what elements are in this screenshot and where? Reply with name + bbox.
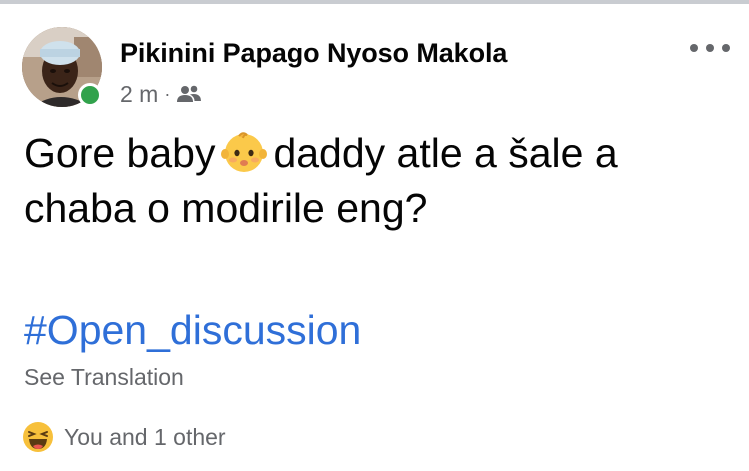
- top-divider: [0, 0, 749, 4]
- post-text-line-2: chaba o modirile eng?: [24, 185, 428, 231]
- post-meta: 2 m ·: [120, 79, 202, 109]
- see-translation-link[interactable]: See Translation: [24, 364, 184, 391]
- hashtag-link[interactable]: #Open_discussion: [24, 307, 361, 354]
- haha-reaction-icon: [23, 422, 53, 452]
- friends-icon[interactable]: [176, 84, 202, 104]
- post-text-part: Gore baby: [24, 130, 216, 176]
- more-dot: [706, 44, 714, 52]
- more-dot: [690, 44, 698, 52]
- post-timestamp[interactable]: 2 m: [120, 81, 158, 108]
- post-text: Gore baby daddy atle a šale a chaba o mo…: [24, 126, 724, 236]
- meta-separator: ·: [164, 83, 171, 104]
- baby-emoji: [221, 132, 268, 172]
- post-text-line-1: Gore baby daddy atle a šale a: [24, 126, 724, 181]
- more-dot: [722, 44, 730, 52]
- post-card: Pikinini Papago Nyoso Makola 2 m · Gore …: [0, 0, 749, 471]
- author-name[interactable]: Pikinini Papago Nyoso Makola: [120, 38, 507, 69]
- more-options-icon[interactable]: [690, 38, 730, 58]
- online-status-indicator: [78, 83, 102, 107]
- reactions-summary[interactable]: You and 1 other: [22, 421, 226, 453]
- reactions-text: You and 1 other: [64, 423, 226, 450]
- post-text-part: daddy atle a šale a: [273, 130, 618, 176]
